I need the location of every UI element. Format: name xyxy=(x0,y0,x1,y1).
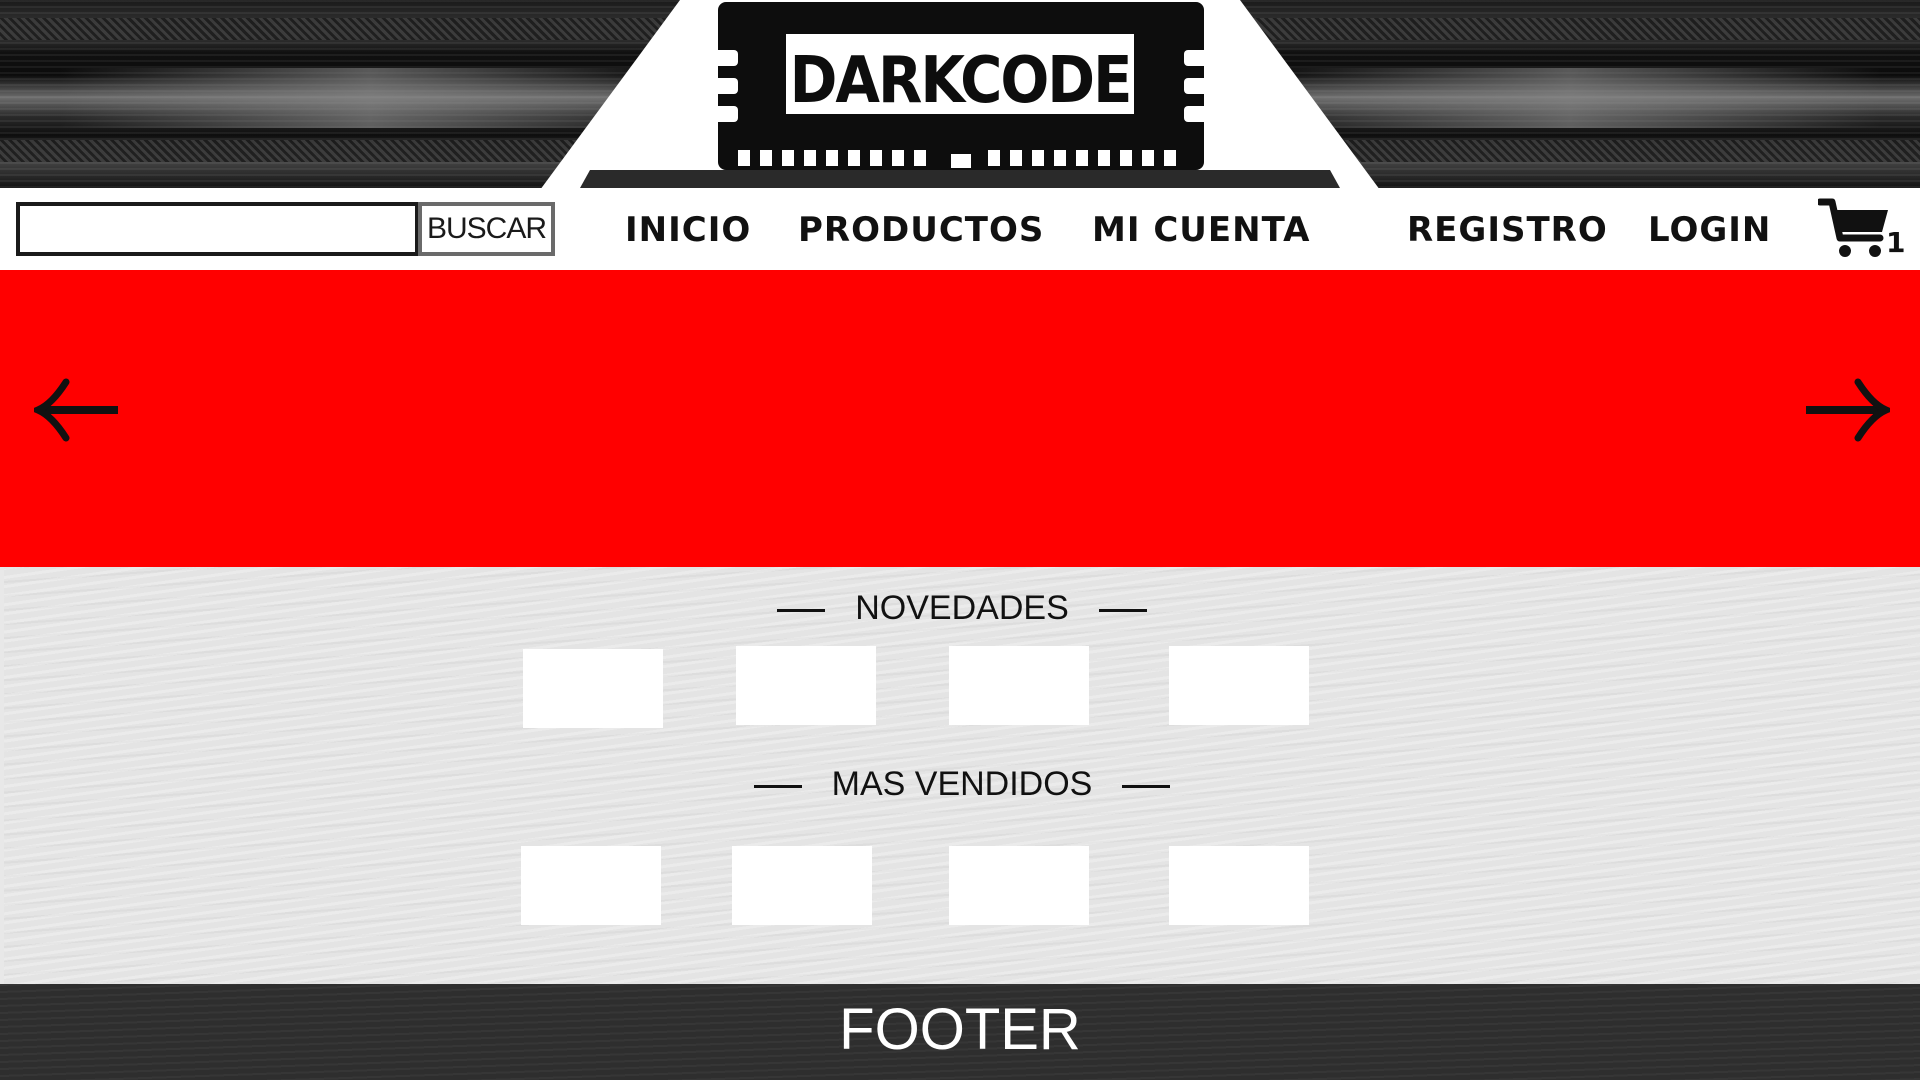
nav-link-registro[interactable]: REGISTRO xyxy=(1407,210,1608,250)
cart-count-badge: 1 xyxy=(1886,226,1906,259)
section-title-text: NOVEDADES xyxy=(777,589,1147,627)
logo-area[interactable]: DARKCODE xyxy=(540,0,1380,190)
product-card[interactable] xyxy=(949,846,1089,925)
arrow-right-icon xyxy=(1806,378,1895,442)
footer-text: FOOTER xyxy=(839,997,1081,1062)
product-card[interactable] xyxy=(1169,646,1309,725)
nav-link-mi-cuenta[interactable]: MI CUENTA xyxy=(1092,210,1310,250)
nav-link-login[interactable]: LOGIN xyxy=(1648,210,1771,250)
nav-link-inicio[interactable]: INICIO xyxy=(625,210,751,250)
product-card[interactable] xyxy=(736,646,876,725)
logo-chip-graphic: DARKCODE xyxy=(540,0,1380,190)
section-title-novedades: NOVEDADES xyxy=(4,589,1920,628)
main-content: NOVEDADES MAS VENDIDOS xyxy=(4,567,1920,984)
product-card[interactable] xyxy=(523,649,663,728)
nav-bar: BUSCAR INICIO PRODUCTOS MI CUENTA REGIST… xyxy=(0,188,1920,270)
search-input[interactable] xyxy=(16,202,419,256)
arrow-left-icon xyxy=(29,378,118,442)
slider-prev-button[interactable] xyxy=(29,370,124,450)
product-card[interactable] xyxy=(732,846,872,925)
hero-slider xyxy=(0,270,1920,567)
slider-next-button[interactable] xyxy=(1800,370,1895,450)
section-title-text: MAS VENDIDOS xyxy=(753,765,1170,803)
nav-link-productos[interactable]: PRODUCTOS xyxy=(798,210,1044,250)
footer: FOOTER xyxy=(0,984,1920,1080)
product-card[interactable] xyxy=(949,646,1089,725)
product-card[interactable] xyxy=(521,846,661,925)
cart-icon xyxy=(1816,198,1888,257)
section-title-mas-vendidos: MAS VENDIDOS xyxy=(4,765,1920,804)
search-button[interactable]: BUSCAR xyxy=(418,202,555,256)
brand-name: DARKCODE xyxy=(790,44,1131,118)
product-card[interactable] xyxy=(1169,846,1309,925)
